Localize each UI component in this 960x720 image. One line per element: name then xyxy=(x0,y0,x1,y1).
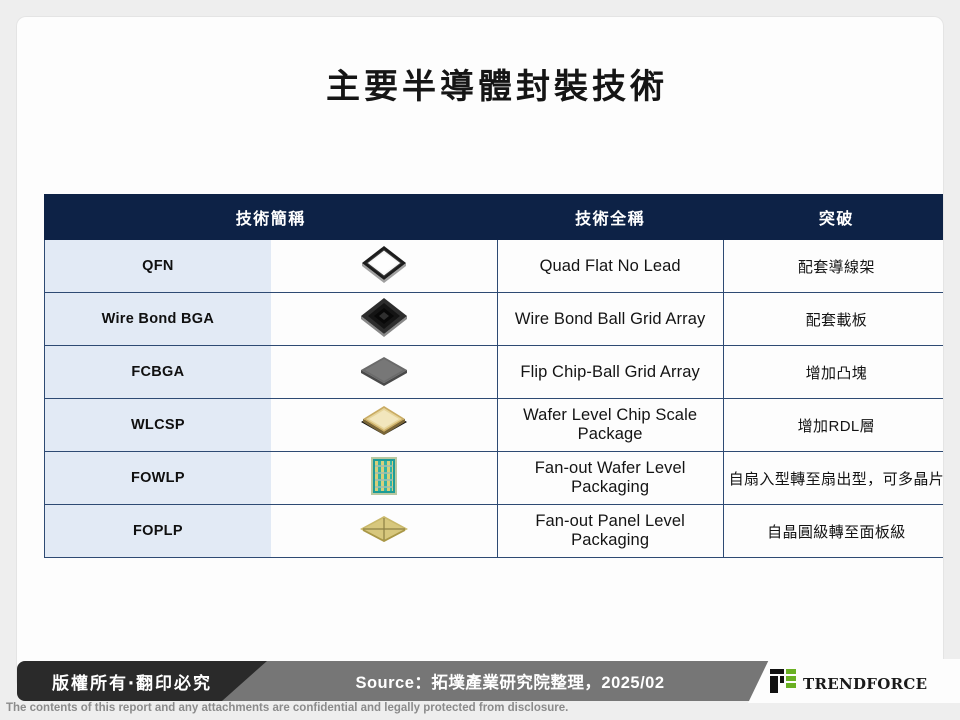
cell-package-image xyxy=(270,504,498,558)
table-row: FOWLP Fan-out Wafer Level Packaging 自扇入型… xyxy=(43,451,943,505)
trendforce-wordmark: TrendForce xyxy=(803,668,928,694)
cell-breakthrough: 配套導線架 xyxy=(722,239,943,293)
table-row: QFN Quad Flat No Lead 配套導線架 xyxy=(43,239,943,293)
slide-root: 拓墣 TOPOLOGY RESEARCH INSTITUTE 主要半導體封裝技術… xyxy=(0,0,960,720)
table-row: Wire Bond BGA Wire Bond Ball Grid Array … xyxy=(43,292,943,346)
cell-package-image xyxy=(270,345,498,399)
trendforce-logo: TrendForce xyxy=(748,659,960,703)
cell-package-image xyxy=(270,398,498,452)
cell-abbreviation: WLCSP xyxy=(43,398,271,452)
qfn-package-icon xyxy=(358,242,410,286)
cell-full-name: Wafer Level Chip Scale Package xyxy=(496,398,724,452)
cell-full-name: Quad Flat No Lead xyxy=(496,239,724,293)
fcbga-package-icon xyxy=(358,348,410,392)
cell-abbreviation: QFN xyxy=(43,239,271,293)
slide-card: 拓墣 TOPOLOGY RESEARCH INSTITUTE 主要半導體封裝技術… xyxy=(17,17,943,689)
trendforce-mark-icon xyxy=(770,669,796,693)
cell-abbreviation: Wire Bond BGA xyxy=(43,292,271,346)
cell-breakthrough: 配套載板 xyxy=(722,292,943,346)
copyright-notice: 版權所有‧翻印必究 xyxy=(52,673,212,694)
cell-breakthrough: 增加凸塊 xyxy=(722,345,943,399)
page-title: 主要半導體封裝技術 xyxy=(326,67,668,107)
cell-package-image xyxy=(270,451,498,505)
table-body: QFN Quad Flat No Lead 配套導線架 Wire Bond BGA… xyxy=(43,239,943,558)
cell-breakthrough: 增加RDL層 xyxy=(722,398,943,452)
cell-breakthrough: 自扇入型轉至扇出型，可多晶片 xyxy=(722,451,943,505)
cell-full-name: Flip Chip-Ball Grid Array xyxy=(496,345,724,399)
table-row: FCBGA Flip Chip-Ball Grid Array 增加凸塊 xyxy=(43,345,943,399)
column-header-breakthrough: 突破 xyxy=(722,194,943,240)
cell-abbreviation: FOWLP xyxy=(43,451,271,505)
packaging-technology-table: 技術簡稱 技術全稱 突破 QFN Quad Flat No Lead 配套導線架… xyxy=(43,194,943,558)
cell-full-name: Fan-out Wafer Level Packaging xyxy=(496,451,724,505)
table-row: WLCSP Wafer Level Chip Scale Package 增加R… xyxy=(43,398,943,452)
cell-package-image xyxy=(270,292,498,346)
footer-bar: 版權所有‧翻印必究 Source：拓墣產業研究院整理，2025/02 Trend… xyxy=(0,659,960,703)
confidentiality-disclaimer: The contents of this report and any atta… xyxy=(6,702,569,714)
column-header-abbreviation: 技術簡稱 xyxy=(44,194,498,240)
table-row: FOPLP Fan-out Panel Level Packaging 自晶圓級… xyxy=(43,504,943,558)
cell-abbreviation: FOPLP xyxy=(43,504,271,558)
source-note: Source：拓墣產業研究院整理，2025/02 xyxy=(355,674,665,692)
cell-breakthrough: 自晶圓級轉至面板級 xyxy=(722,504,943,558)
cell-abbreviation: FCBGA xyxy=(43,345,271,399)
wire-bond-bga-package-icon xyxy=(358,295,410,339)
column-header-full-name: 技術全稱 xyxy=(496,194,724,240)
wlcsp-package-icon xyxy=(358,401,410,445)
foplp-package-icon xyxy=(358,507,410,551)
cell-package-image xyxy=(270,239,498,293)
table-header-row: 技術簡稱 技術全稱 突破 xyxy=(44,194,943,240)
fowlp-package-icon xyxy=(358,454,410,498)
cell-full-name: Fan-out Panel Level Packaging xyxy=(496,504,724,558)
cell-full-name: Wire Bond Ball Grid Array xyxy=(496,292,724,346)
table-header: 技術簡稱 技術全稱 突破 xyxy=(44,194,943,240)
